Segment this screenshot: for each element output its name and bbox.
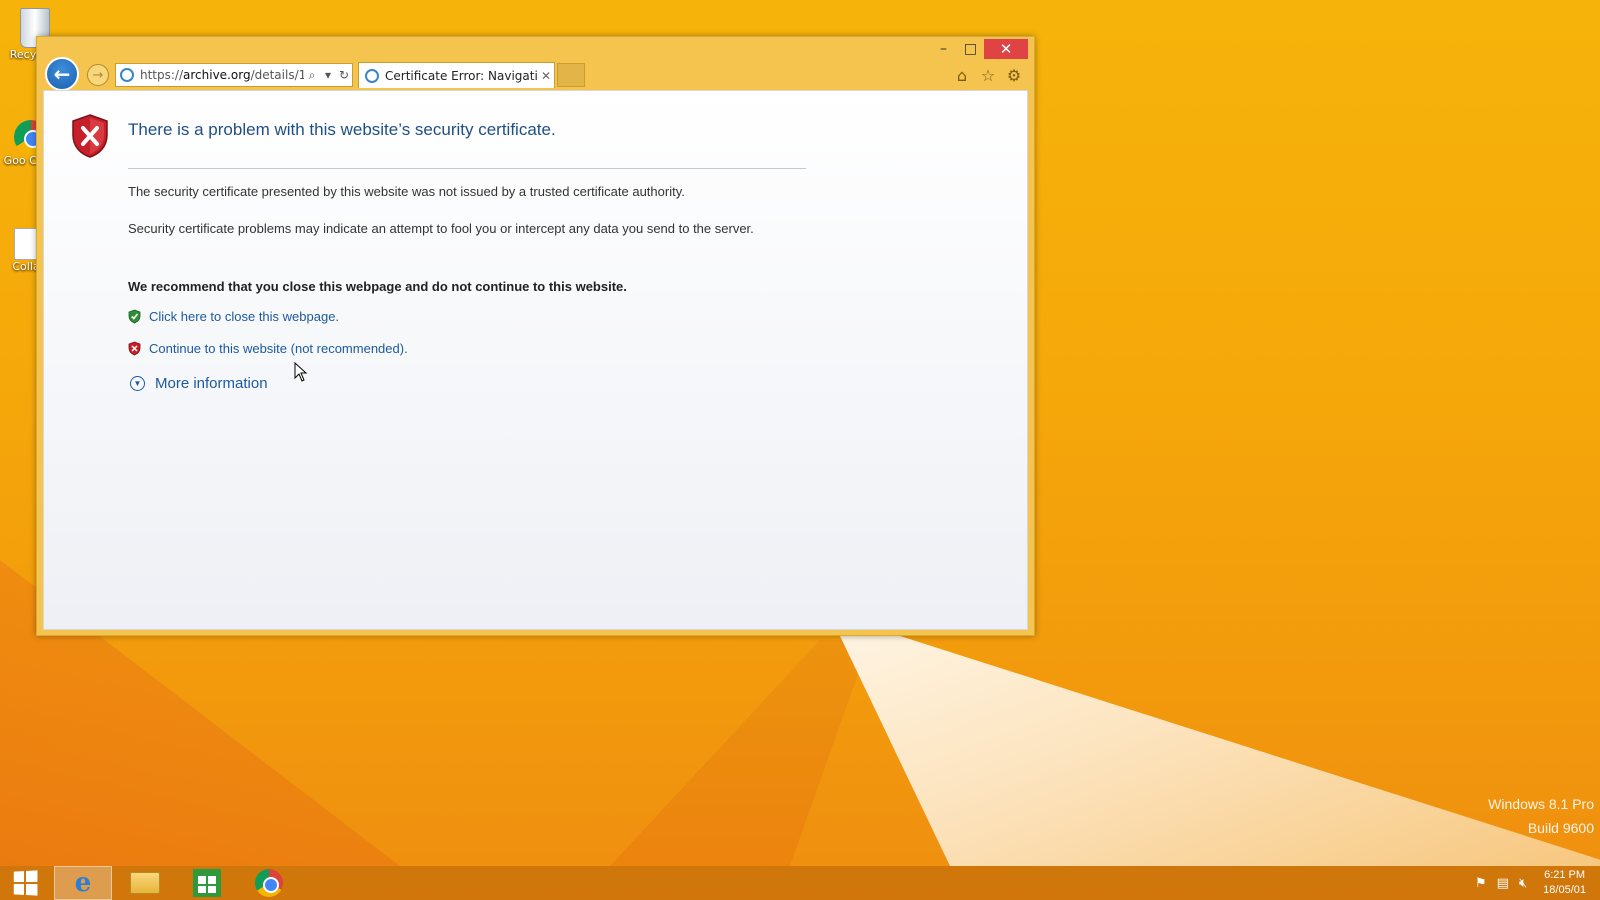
clock-date: 18/05/01 xyxy=(1543,884,1586,896)
forward-button[interactable]: → xyxy=(87,64,109,86)
new-tab-button[interactable] xyxy=(557,63,585,87)
continue-website-row: Continue to this website (not recommende… xyxy=(128,341,408,356)
volume-muted-icon[interactable]: 🔇︎ xyxy=(1519,876,1527,891)
continue-website-link[interactable]: Continue to this website (not recommende… xyxy=(149,341,408,356)
recommendation-text: We recommend that you close this webpage… xyxy=(128,279,627,294)
tab-certificate-error[interactable]: Certificate Error: Navigation... ✕ xyxy=(358,62,555,88)
tab-close-icon[interactable]: ✕ xyxy=(538,69,554,83)
search-icon[interactable]: ⌕ xyxy=(304,68,320,83)
navigation-bar: ← → https://archive.org/details/10- ⌕ ▾ … xyxy=(37,55,1034,93)
divider xyxy=(128,168,806,169)
chrome-icon xyxy=(255,869,283,897)
browser-window: – □ ✕ ← → https://archive.org/details/10… xyxy=(36,36,1035,636)
shield-error-small-icon xyxy=(128,341,141,356)
address-bar[interactable]: https://archive.org/details/10- ⌕ ▾ ↻ xyxy=(115,63,353,87)
taskbar-store[interactable] xyxy=(178,866,236,900)
address-url-prefix: https:// xyxy=(140,68,184,82)
dropdown-icon[interactable]: ▾ xyxy=(320,68,336,82)
clock-time: 6:21 PM xyxy=(1544,869,1586,881)
ie-page-icon xyxy=(120,68,134,82)
page-content: There is a problem with this website’s s… xyxy=(43,90,1028,630)
clock[interactable]: 6:21 PM 18/05/01 xyxy=(1543,868,1586,898)
more-information-label: More information xyxy=(155,375,268,392)
more-information-toggle[interactable]: ▼ More information xyxy=(130,375,268,392)
favorites-star-icon[interactable]: ☆ xyxy=(978,65,998,85)
page-title: There is a problem with this website’s s… xyxy=(128,120,556,139)
browser-tools: ⌂ ☆ ⚙ xyxy=(952,65,1024,85)
close-webpage-row: Click here to close this webpage. xyxy=(128,309,339,324)
warning-text: Security certificate problems may indica… xyxy=(128,221,754,236)
refresh-icon[interactable]: ↻ xyxy=(336,68,352,82)
back-button[interactable]: ← xyxy=(45,57,79,91)
description-text: The security certificate presented by th… xyxy=(128,184,685,199)
start-button[interactable] xyxy=(0,866,50,900)
settings-gear-icon[interactable]: ⚙ xyxy=(1004,65,1024,85)
desktop-shape xyxy=(610,640,870,866)
internet-explorer-icon: e xyxy=(74,868,92,898)
flag-icon[interactable]: ⚑ xyxy=(1475,876,1487,891)
folder-icon xyxy=(130,872,160,894)
system-tray: ⚑ ▤ 🔇︎ 6:21 PM 18/05/01 xyxy=(1475,866,1600,900)
os-edition: Windows 8.1 Pro xyxy=(1488,796,1594,812)
shield-error-icon xyxy=(72,114,108,158)
forward-arrow-icon: → xyxy=(92,67,104,83)
tab-title: Certificate Error: Navigation... xyxy=(385,68,538,83)
taskbar-internet-explorer[interactable]: e xyxy=(54,866,112,900)
close-webpage-link[interactable]: Click here to close this webpage. xyxy=(149,309,339,324)
desktop-shape xyxy=(840,636,1600,866)
os-build: Build 9600 xyxy=(1527,820,1594,836)
network-icon[interactable]: ▤ xyxy=(1497,876,1509,891)
mouse-cursor-icon xyxy=(294,362,308,382)
shield-check-icon xyxy=(128,309,141,324)
os-watermark: Windows 8.1 Pro Build 9600 xyxy=(1488,792,1594,840)
taskbar: e ⚑ ▤ 🔇︎ 6:21 PM 18/05/01 xyxy=(0,866,1600,900)
address-url-host: archive.org xyxy=(183,68,251,82)
taskbar-chrome[interactable] xyxy=(240,866,298,900)
back-arrow-icon: ← xyxy=(53,62,71,86)
store-icon xyxy=(193,869,221,897)
ie-tab-icon xyxy=(365,68,379,83)
address-url[interactable]: https://archive.org/details/10- xyxy=(140,68,304,82)
taskbar-file-explorer[interactable] xyxy=(116,866,174,900)
chevron-down-icon: ▼ xyxy=(130,376,145,391)
address-url-path: /details/10- xyxy=(250,68,304,82)
windows-logo-icon xyxy=(13,870,38,896)
home-icon[interactable]: ⌂ xyxy=(952,65,972,85)
